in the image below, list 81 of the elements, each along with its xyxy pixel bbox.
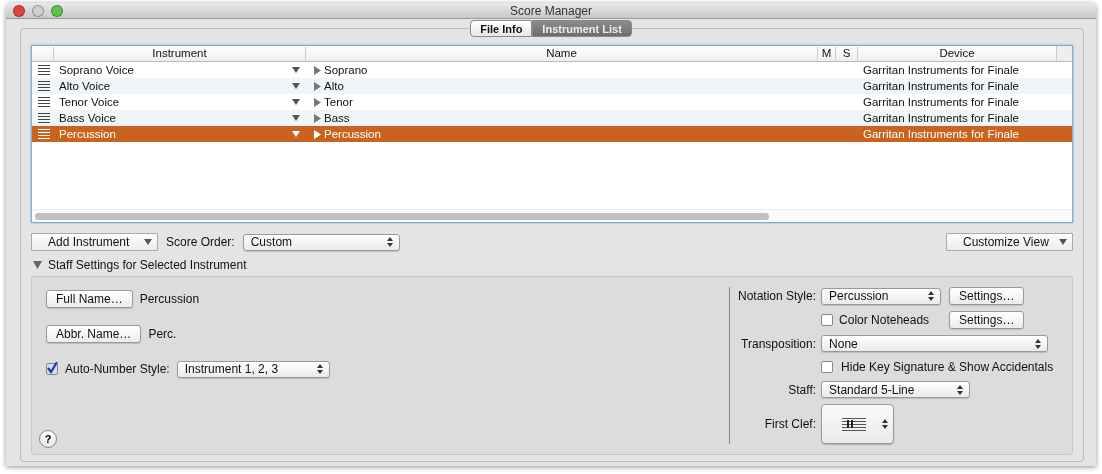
- checkmark-icon: [46, 362, 58, 374]
- zoom-button[interactable]: [51, 4, 63, 17]
- up-down-arrows-icon: [882, 419, 889, 429]
- column-header[interactable]: Instrument: [53, 47, 305, 60]
- auto-number-dropdown[interactable]: Instrument 1, 2, 3: [176, 360, 330, 378]
- table-cell: Garritan Instruments for Finale: [863, 96, 1019, 108]
- column-header[interactable]: S: [835, 47, 857, 60]
- checkbox-label: Hide Key Signature & Show Accidentals: [841, 359, 1054, 374]
- dropdown-arrow-icon: [292, 131, 300, 137]
- settings-button[interactable]: Settings…: [949, 287, 1025, 305]
- table-cell: Tenor Voice: [59, 96, 120, 108]
- table-row[interactable]: Tenor Voice Tenor Garritan Instruments for Finale: [32, 94, 1072, 110]
- column-header[interactable]: Name: [305, 47, 817, 60]
- close-button[interactable]: [13, 4, 25, 17]
- full-name-button[interactable]: Full Name…: [46, 290, 133, 308]
- header-cell: [1056, 46, 1072, 61]
- table-cell: Soprano: [324, 64, 368, 76]
- table-cell: Bass: [324, 112, 350, 124]
- triangle-icon: [33, 261, 42, 269]
- drag-handle-icon: [38, 129, 50, 139]
- disclosure-triangle-icon[interactable]: [31, 261, 42, 269]
- table-cell: Alto: [324, 80, 344, 92]
- table-cell: Garritan Instruments for Finale: [863, 112, 1019, 124]
- staff-dropdown[interactable]: Standard 5-Line: [821, 381, 971, 398]
- table-cell: Garritan Instruments for Finale: [863, 80, 1019, 92]
- field-label: First Clef:: [763, 417, 817, 431]
- abbr-name-text: Perc.: [148, 327, 177, 341]
- dropdown-arrow-icon: [292, 83, 300, 89]
- notation-style-dropdown[interactable]: Percussion: [821, 287, 942, 305]
- drag-handle-icon: [38, 81, 50, 91]
- tab[interactable]: Instrument List: [532, 20, 632, 37]
- window-title: Score Manager: [508, 3, 593, 18]
- help-button[interactable]: ?: [39, 430, 57, 448]
- dropdown-arrow-icon: [144, 239, 152, 245]
- add-instrument-button[interactable]: Add Instrument: [31, 233, 158, 251]
- up-down-arrows-icon: [928, 291, 935, 301]
- full-name-text: Percussion: [139, 292, 200, 306]
- field-label: Score Order:: [166, 235, 235, 249]
- field-label: Transposition:: [740, 336, 817, 351]
- dropdown-arrow-icon: [292, 99, 300, 105]
- column-header[interactable]: M: [817, 47, 835, 60]
- checkbox[interactable]: [821, 360, 834, 373]
- table-cell: Soprano Voice: [59, 64, 134, 76]
- checkbox-label: Auto-Number Style:: [65, 362, 170, 376]
- clef-selector[interactable]: [821, 404, 895, 444]
- drag-handle-icon: [38, 97, 50, 107]
- table-row[interactable]: Percussion Percussion Garritan Instruments for Finale: [32, 126, 1072, 142]
- up-down-arrows-icon: [316, 364, 323, 374]
- table-cell: Tenor: [324, 96, 353, 108]
- dropdown-arrow-icon: [292, 67, 300, 73]
- dropdown-arrow-icon: [1059, 239, 1067, 245]
- score-order-dropdown[interactable]: Custom: [242, 233, 400, 251]
- table-row[interactable]: Soprano Voice Soprano Garritan Instruments for Finale: [32, 62, 1072, 78]
- drag-handle-icon: [38, 113, 50, 123]
- tab[interactable]: File Info: [470, 20, 533, 37]
- table-cell: Bass Voice: [59, 112, 116, 124]
- abbr-name-button[interactable]: Abbr. Name…: [46, 325, 142, 343]
- customize-view-button[interactable]: Customize View: [946, 233, 1073, 251]
- table-cell: Alto Voice: [59, 80, 111, 92]
- scrollbar-thumb[interactable]: [35, 212, 769, 220]
- transposition-dropdown[interactable]: None: [821, 335, 1049, 352]
- up-down-arrows-icon: [1035, 338, 1042, 349]
- table-cell: Percussion: [59, 128, 116, 140]
- table-cell: Percussion: [324, 128, 381, 140]
- section-title: Staff Settings for Selected Instrument: [48, 258, 247, 272]
- table-cell: Garritan Instruments for Finale: [863, 128, 1019, 140]
- dropdown-arrow-icon: [292, 115, 300, 121]
- table-row[interactable]: Bass Voice Bass Garritan Instruments for Finale: [32, 110, 1072, 126]
- table-cell: Garritan Instruments for Finale: [863, 64, 1019, 76]
- up-down-arrows-icon: [386, 237, 393, 247]
- checkbox[interactable]: [821, 314, 834, 326]
- minimize-button[interactable]: [32, 4, 44, 17]
- checkbox-label: Color Noteheads: [839, 313, 930, 327]
- up-down-arrows-icon: [957, 384, 964, 395]
- drag-handle-icon: [38, 65, 50, 75]
- table-row[interactable]: Alto Voice Alto Garritan Instruments for Finale: [32, 78, 1072, 94]
- percussion-clef-icon: [842, 417, 867, 431]
- settings-button[interactable]: Settings…: [949, 311, 1025, 329]
- field-label: Notation Style:: [738, 289, 817, 303]
- field-label: Staff:: [787, 382, 817, 397]
- checkbox[interactable]: [46, 363, 58, 375]
